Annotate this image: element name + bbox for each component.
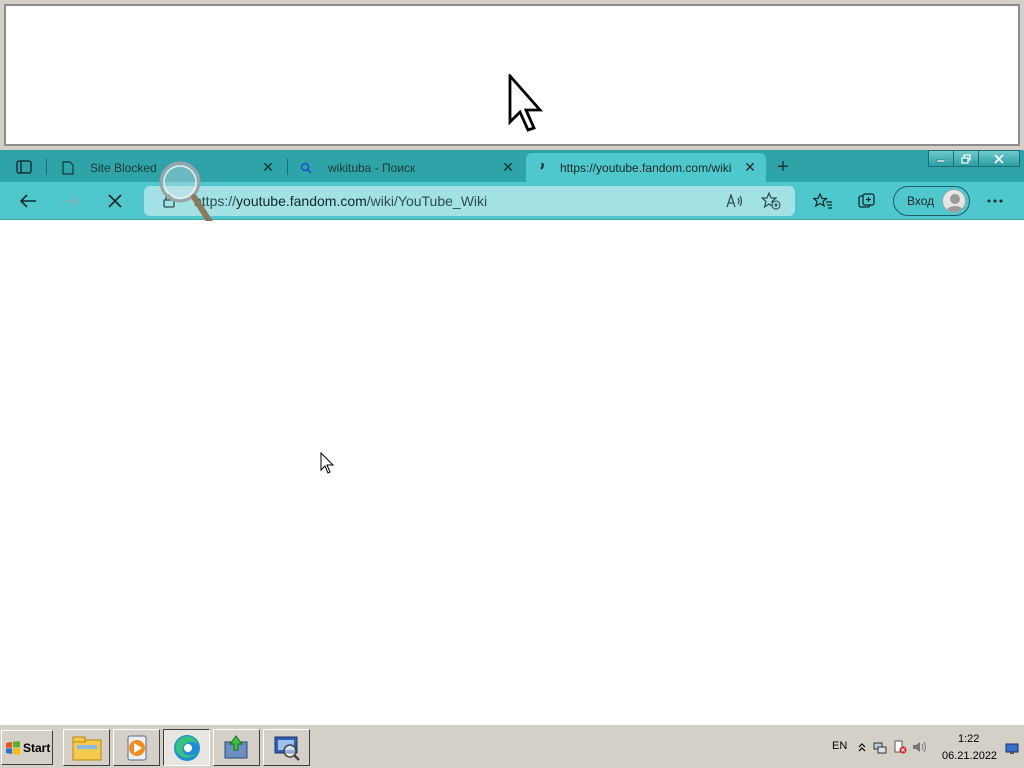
tab-close-icon[interactable]: ✕ bbox=[500, 159, 516, 176]
tab-youtube-fandom[interactable]: https://youtube.fandom.com/wiki ✕ bbox=[526, 153, 766, 182]
tab-close-icon[interactable]: ✕ bbox=[260, 159, 276, 176]
read-aloud-button[interactable] bbox=[724, 191, 746, 211]
desktop-icon bbox=[1005, 743, 1019, 754]
clock-time[interactable]: 1:22 bbox=[958, 733, 979, 745]
taskbar-magnifier[interactable] bbox=[263, 729, 310, 766]
taskbar: Start EN 1:22 06.21.2022 bbox=[0, 724, 1024, 768]
restore-icon bbox=[961, 153, 971, 164]
page-content[interactable] bbox=[0, 221, 1024, 725]
magnifier-app-icon bbox=[274, 736, 300, 761]
taskbar-edge-browser[interactable] bbox=[163, 729, 210, 766]
star-add-icon bbox=[761, 192, 781, 210]
avatar-icon bbox=[942, 189, 966, 213]
language-indicator[interactable]: EN bbox=[832, 740, 847, 752]
action-center-warning-icon[interactable] bbox=[892, 739, 908, 755]
folder-icon bbox=[72, 736, 101, 760]
address-bar[interactable]: https://youtube.fandom.com/wiki/YouTube_… bbox=[144, 186, 795, 216]
minimize-icon bbox=[936, 159, 946, 162]
search-icon bbox=[298, 160, 314, 176]
browser-toolbar: https://youtube.fandom.com/wiki/YouTube_… bbox=[0, 182, 1024, 220]
installer-icon bbox=[224, 734, 247, 758]
chevron-up-icon bbox=[858, 743, 866, 752]
minimize-button[interactable] bbox=[928, 150, 954, 167]
profile-signin-button[interactable]: Вход bbox=[893, 186, 970, 216]
system-tray: EN 1:22 06.21.2022 bbox=[824, 729, 1024, 766]
favorites-icon bbox=[813, 193, 832, 209]
stop-icon bbox=[108, 194, 122, 208]
desktop-screen: Site Blocked ✕ wikituba - Поиск ✕ https:… bbox=[0, 0, 1024, 768]
browser-tabstrip: Site Blocked ✕ wikituba - Поиск ✕ https:… bbox=[0, 150, 1024, 182]
settings-more-button[interactable] bbox=[981, 188, 1009, 214]
tab-label: wikituba - Поиск bbox=[328, 160, 416, 175]
read-aloud-icon bbox=[726, 194, 743, 208]
magnifier-view bbox=[4, 4, 1020, 146]
loading-icon bbox=[534, 160, 550, 176]
magnifier-panel bbox=[0, 0, 1024, 150]
page-icon bbox=[60, 160, 76, 176]
tab-label: https://youtube.fandom.com/wiki bbox=[560, 160, 732, 175]
taskbar-media-player[interactable] bbox=[113, 729, 160, 766]
address-url[interactable]: https://youtube.fandom.com/wiki/YouTube_… bbox=[194, 193, 487, 209]
taskbar-app-installer[interactable] bbox=[213, 729, 260, 766]
back-button[interactable] bbox=[14, 188, 42, 214]
restore-button[interactable] bbox=[953, 150, 979, 167]
magnifier-lens-icon bbox=[159, 161, 213, 225]
collections-button[interactable] bbox=[853, 188, 881, 214]
tab-actions-icon bbox=[16, 160, 32, 174]
signin-label: Вход bbox=[907, 194, 935, 208]
taskbar-file-explorer[interactable] bbox=[63, 729, 110, 766]
collections-icon bbox=[858, 193, 875, 208]
back-arrow-icon bbox=[19, 194, 36, 208]
url-path: /wiki/YouTube_Wiki bbox=[366, 193, 488, 209]
network-icon[interactable] bbox=[872, 739, 888, 755]
mouse-cursor-icon bbox=[320, 452, 335, 474]
start-button[interactable]: Start bbox=[1, 730, 53, 765]
volume-icon[interactable] bbox=[912, 739, 928, 755]
tab-wikituba-search[interactable]: wikituba - Поиск ✕ bbox=[290, 153, 524, 182]
media-player-icon bbox=[127, 735, 146, 760]
new-tab-button[interactable]: + bbox=[770, 155, 796, 179]
forward-arrow-icon bbox=[63, 194, 80, 208]
close-window-button[interactable] bbox=[978, 150, 1020, 167]
show-hidden-icons-button[interactable] bbox=[854, 739, 870, 755]
tab-separator bbox=[287, 159, 288, 175]
tab-close-icon[interactable]: ✕ bbox=[742, 159, 758, 176]
add-favorite-button[interactable] bbox=[760, 191, 782, 211]
tab-actions-button[interactable] bbox=[10, 156, 38, 178]
more-dots-icon bbox=[987, 199, 1003, 203]
url-host: youtube.fandom.com bbox=[236, 193, 367, 209]
edge-browser-icon bbox=[173, 734, 200, 761]
clock-date[interactable]: 06.21.2022 bbox=[942, 750, 997, 762]
windows-logo-icon bbox=[6, 740, 20, 755]
close-icon bbox=[994, 153, 1004, 164]
show-desktop-button[interactable] bbox=[1004, 741, 1020, 757]
magnified-cursor-icon bbox=[508, 74, 544, 132]
start-label: Start bbox=[23, 740, 51, 755]
favorites-button[interactable] bbox=[809, 188, 837, 214]
stop-loading-button[interactable] bbox=[101, 188, 129, 214]
tab-separator bbox=[46, 159, 47, 175]
forward-button[interactable] bbox=[57, 188, 85, 214]
